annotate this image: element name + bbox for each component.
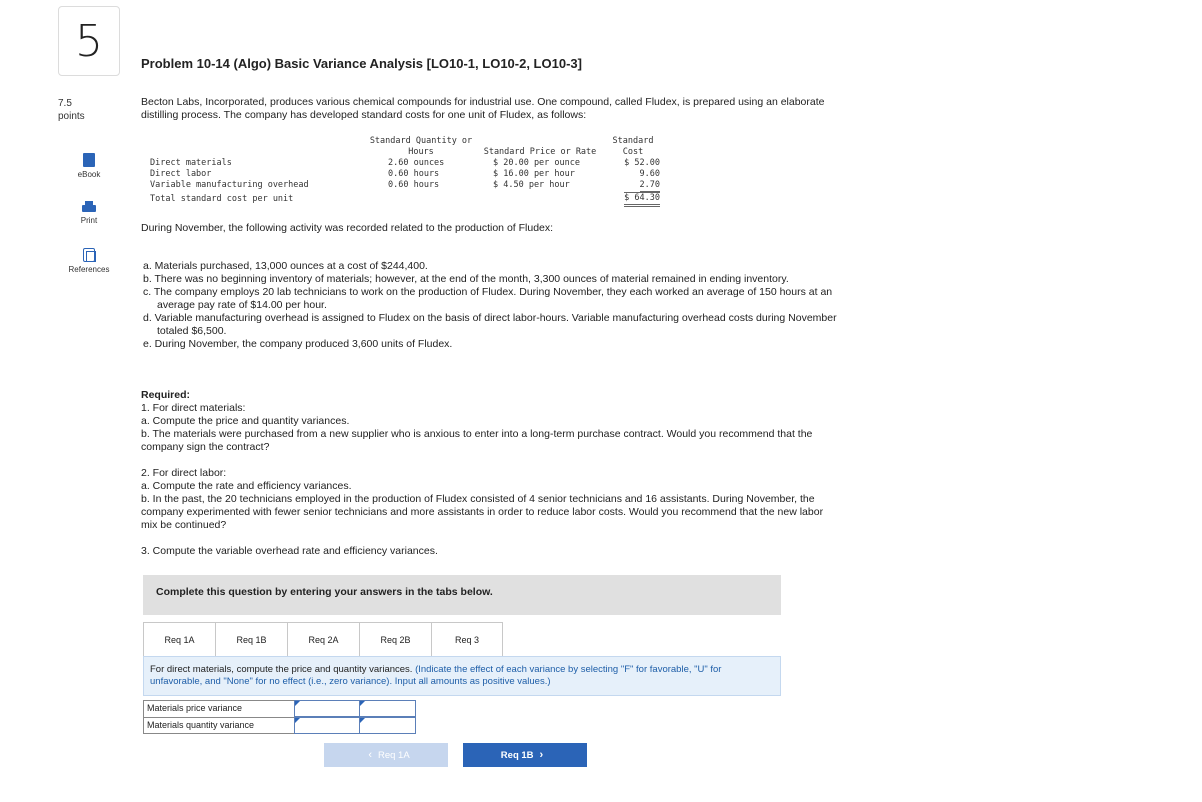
ebook-button[interactable]: eBook: [58, 153, 120, 179]
complete-question-banner: Complete this question by entering your …: [143, 575, 781, 615]
ebook-icon: [83, 153, 95, 167]
prev-req-label: Req 1A: [378, 750, 410, 761]
table-header-row-2: Hours Standard Price or Rate Cost: [150, 147, 670, 158]
next-req-label: Req 1B: [501, 750, 534, 761]
table-row: Direct materials 2.60 ounces $ 20.00 per…: [150, 158, 670, 169]
instruction-main: For direct materials, compute the price …: [150, 664, 412, 675]
problem-title: Problem 10-14 (Algo) Basic Variance Anal…: [141, 56, 582, 71]
header-qty-line2: Hours: [366, 147, 476, 158]
instruction-box: For direct materials, compute the price …: [143, 656, 781, 696]
required-3: 3. Compute the variable overhead rate an…: [141, 545, 841, 558]
price-variance-label: Materials price variance: [143, 700, 295, 717]
tab-req-1b[interactable]: Req 1B: [215, 622, 287, 657]
references-label: References: [69, 265, 110, 274]
tab-req-2a[interactable]: Req 2A: [287, 622, 359, 657]
print-label: Print: [81, 216, 97, 225]
quantity-variance-label: Materials quantity variance: [143, 717, 295, 734]
references-icon: [83, 248, 95, 262]
prev-req-button[interactable]: ‹ Req 1A: [324, 743, 448, 767]
activity-list: a. Materials purchased, 13,000 ounces at…: [143, 260, 843, 351]
row-qty: 0.60 hours: [388, 169, 439, 180]
required-1a: a. Compute the price and quantity varian…: [141, 415, 841, 428]
row-price: $ 4.50 per hour: [493, 180, 570, 191]
row-cost: 9.60: [640, 169, 660, 180]
print-button[interactable]: Print: [58, 201, 120, 225]
row-label: Direct labor: [150, 169, 211, 180]
required-1b: b. The materials were purchased from a n…: [141, 428, 841, 454]
required-section: Required: 1. For direct materials: a. Co…: [141, 389, 841, 558]
during-text: During November, the following activity …: [141, 222, 553, 234]
header-cost-line2: Cost: [600, 147, 666, 158]
list-item: b. There was no beginning inventory of m…: [143, 273, 843, 286]
required-2: 2. For direct labor:: [141, 467, 841, 480]
header-qty-line1: Standard Quantity or: [366, 136, 476, 147]
tab-req-1a[interactable]: Req 1A: [143, 622, 215, 657]
required-2b: b. In the past, the 20 technicians emplo…: [141, 493, 841, 532]
header-price: Standard Price or Rate: [480, 147, 600, 158]
total-label: Total standard cost per unit: [150, 194, 293, 205]
chevron-left-icon: ‹: [368, 749, 372, 761]
print-icon: [82, 201, 96, 213]
table-header-row-1: Standard Quantity or Standard: [150, 136, 670, 147]
required-2a: a. Compute the rate and efficiency varia…: [141, 480, 841, 493]
points-label: points: [58, 110, 85, 123]
row-label: Variable manufacturing overhead: [150, 180, 309, 191]
tab-req-2b[interactable]: Req 2B: [359, 622, 431, 657]
points-value: 7.5: [58, 97, 85, 110]
header-cost-line1: Standard: [600, 136, 666, 147]
tab-req-3[interactable]: Req 3: [431, 622, 503, 657]
required-1: 1. For direct materials:: [141, 402, 841, 415]
points-info: 7.5 points: [58, 97, 85, 123]
list-item: d. Variable manufacturing overhead is as…: [143, 312, 843, 338]
next-req-button[interactable]: Req 1B ›: [463, 743, 587, 767]
requirement-tabs: Req 1A Req 1B Req 2A Req 2B Req 3: [143, 622, 503, 657]
question-number: 5: [75, 16, 103, 67]
table-total-row: Total standard cost per unit $ 64.30: [150, 194, 670, 205]
row-price: $ 20.00 per ounce: [493, 158, 580, 169]
list-item: c. The company employs 20 lab technician…: [143, 286, 843, 312]
row-qty: 0.60 hours: [388, 180, 439, 191]
row-cost: $ 52.00: [624, 158, 660, 169]
list-item: e. During November, the company produced…: [143, 338, 843, 351]
row-qty: 2.60 ounces: [388, 158, 444, 169]
references-button[interactable]: References: [58, 248, 120, 274]
quantity-variance-effect-select[interactable]: [359, 717, 416, 734]
list-item: a. Materials purchased, 13,000 ounces at…: [143, 260, 843, 273]
row-cost: 2.70: [640, 180, 660, 192]
question-number-box: 5: [58, 6, 120, 76]
chevron-right-icon: ›: [540, 749, 544, 761]
required-title: Required:: [141, 389, 841, 402]
row-price: $ 16.00 per hour: [493, 169, 575, 180]
row-label: Direct materials: [150, 158, 232, 169]
total-cost: $ 64.30: [624, 192, 660, 207]
price-variance-amount-input[interactable]: [294, 700, 360, 717]
ebook-label: eBook: [78, 170, 101, 179]
quantity-variance-amount-input[interactable]: [294, 717, 360, 734]
table-row: Direct labor 0.60 hours $ 16.00 per hour…: [150, 169, 670, 180]
price-variance-effect-select[interactable]: [359, 700, 416, 717]
complete-question-text: Complete this question by entering your …: [156, 586, 493, 598]
problem-intro: Becton Labs, Incorporated, produces vari…: [141, 96, 851, 122]
table-row: Variable manufacturing overhead 0.60 hou…: [150, 180, 670, 191]
